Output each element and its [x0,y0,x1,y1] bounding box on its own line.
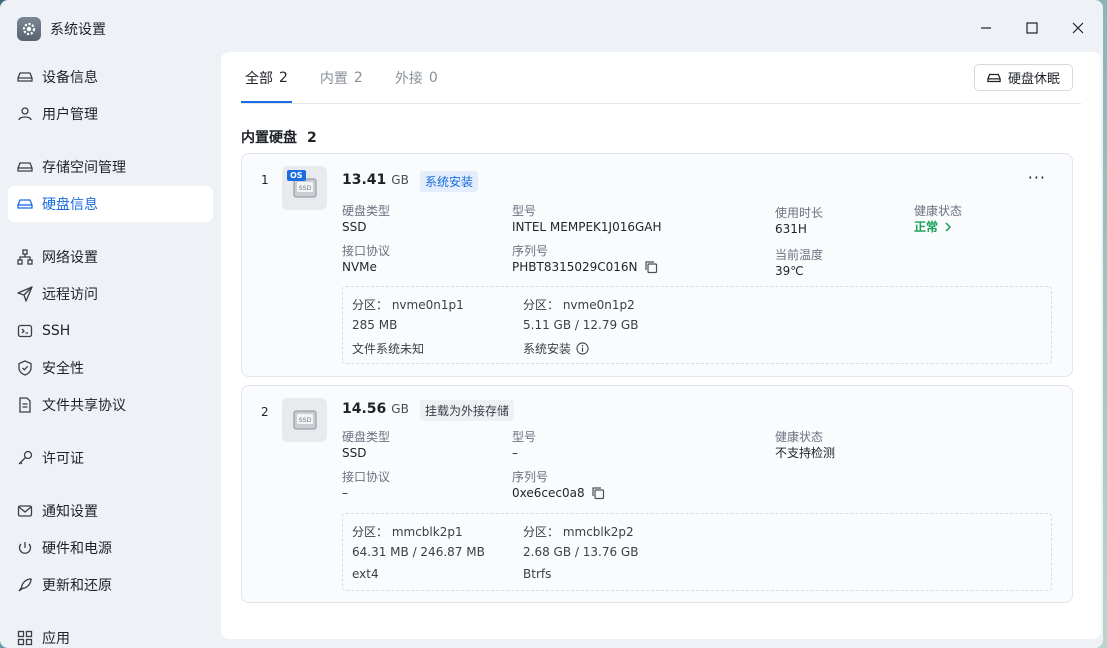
sidebar-item-users[interactable]: 用户管理 [8,96,213,132]
health-field: 健康状态 正常 [914,204,963,235]
drive-icon [17,199,33,209]
disk-type-field: 硬盘类型 SSD [342,204,391,234]
tabs-divider [241,103,1081,104]
copy-icon[interactable] [591,486,605,500]
svg-text:SSD: SSD [298,185,311,192]
sidebar-item-label: 通知设置 [42,504,98,520]
section-title: 内置硬盘 2 [241,130,317,146]
partition-list: 分区： nvme0n1p1 285 MB 文件系统未知 分区： nvme0n1p… [342,286,1052,364]
copy-icon[interactable] [644,260,658,274]
disk-role-tag: 系统安装 [420,171,479,192]
sidebar-item-license[interactable]: 许可证 [8,440,213,476]
sidebar-item-label: 存储空间管理 [42,160,126,176]
interface-field: 接口协议 NVMe [342,244,391,274]
partition-list: 分区： mmcblk2p1 64.31 MB / 246.87 MB ext4 … [342,513,1052,591]
disk-index: 2 [261,405,269,419]
sidebar-item-hardware-power[interactable]: 硬件和电源 [8,530,213,566]
disk-card: 2 SSD 14.56 GB 挂载为外接存储 硬盘类型 SSD 型号 – 健康状态… [241,385,1073,603]
sidebar-item-notifications[interactable]: 通知设置 [8,493,213,529]
serial-field: 序列号 0xe6cec0a8 [512,469,605,501]
sidebar-item-remote-access[interactable]: 远程访问 [8,276,213,312]
os-badge: OS [287,170,306,181]
send-icon [17,286,33,302]
sidebar-item-label: 安全性 [42,361,84,377]
sidebar-item-label: 远程访问 [42,287,98,303]
file-icon [19,397,31,413]
interface-field: 接口协议 – [342,470,391,500]
terminal-icon [17,324,33,338]
sidebar-item-update-restore[interactable]: 更新和还原 [8,567,213,603]
tab-all[interactable]: 全部 2 [241,52,292,103]
main-panel: 全部 2 内置 2 外接 0 硬盘休眠 内置硬盘 2 1 SSD OS 13.41 [221,52,1101,639]
disk-type-field: 硬盘类型 SSD [342,430,391,460]
tab-bar: 全部 2 内置 2 外接 0 [241,52,466,103]
gear-icon [17,17,41,41]
sidebar-item-label: 更新和还原 [42,578,112,594]
tab-internal[interactable]: 内置 2 [316,52,367,103]
disk-index: 1 [261,173,269,187]
power-icon [18,542,32,554]
apps-icon [17,630,33,646]
sidebar-item-label: 网络设置 [42,250,98,266]
disk-size: 14.56 GB [342,401,409,417]
sidebar-item-device-info[interactable]: 设备信息 [8,59,213,95]
sidebar-item-label: 文件共享协议 [42,398,126,414]
serial-field: 序列号 PHBT8315029C016N [512,243,658,275]
mail-icon [17,505,33,517]
disk-role-tag: 挂载为外接存储 [420,400,515,421]
sidebar-item-storage[interactable]: 存储空间管理 [8,149,213,185]
sidebar-item-label: 硬盘信息 [42,197,98,213]
sidebar-item-ssh[interactable]: SSH [8,313,213,349]
sidebar: 设备信息 用户管理 存储空间管理 硬盘信息 网络设置 远程访问 SSH 安全性 [0,56,220,648]
sidebar-item-label: 许可证 [42,451,84,467]
disk-size: 13.41 GB [342,172,409,188]
ssd-icon: SSD OS [282,166,327,210]
sidebar-item-file-sharing[interactable]: 文件共享协议 [8,387,213,423]
sidebar-item-label: 设备信息 [42,70,98,86]
minimize-button[interactable] [972,14,1000,42]
disk-sleep-button[interactable]: 硬盘休眠 [973,64,1073,91]
info-icon[interactable] [576,342,589,355]
rocket-icon [18,578,32,592]
chevron-right-icon [945,222,952,232]
sidebar-item-apps[interactable]: 应用 [8,620,213,648]
ssd-icon: SSD [282,398,327,442]
user-icon [18,107,32,121]
svg-text:SSD: SSD [298,417,311,424]
disk-card: 1 SSD OS 13.41 GB 系统安装 ··· 硬盘类型 SSD 型号 IN… [241,153,1073,377]
sidebar-item-label: 硬件和电源 [42,541,112,557]
maximize-button[interactable] [1018,14,1046,42]
temperature-field: 当前温度 39℃ [775,248,824,278]
shield-icon [18,360,32,376]
model-field: 型号 INTEL MEMPEK1J016GAH [512,204,662,234]
network-icon [17,249,33,265]
health-status-link[interactable]: 正常 [914,219,962,235]
health-field: 健康状态 不支持检测 [775,430,836,460]
sidebar-item-label: 用户管理 [42,107,98,123]
sidebar-item-label: 应用 [42,631,70,647]
sidebar-item-disk-info[interactable]: 硬盘信息 [8,186,213,222]
sidebar-item-label: SSH [42,323,71,339]
sidebar-item-security[interactable]: 安全性 [8,350,213,386]
more-options-button[interactable]: ··· [1028,168,1046,187]
settings-window: 系统设置 设备信息 用户管理 存储空间管理 硬盘信息 网络设置 远程访问 SSH… [0,0,1103,648]
drive-icon [987,73,1001,82]
drive-icon [17,72,33,82]
sidebar-item-network[interactable]: 网络设置 [8,239,213,275]
usage-hours-field: 使用时长 631H [775,206,824,236]
key-icon [18,450,33,465]
tab-external[interactable]: 外接 0 [391,52,442,103]
close-button[interactable] [1064,14,1092,42]
drive-icon [17,162,33,172]
title-bar: 系统设置 [0,0,1103,56]
window-title: 系统设置 [50,22,106,38]
model-field: 型号 – [512,430,537,460]
